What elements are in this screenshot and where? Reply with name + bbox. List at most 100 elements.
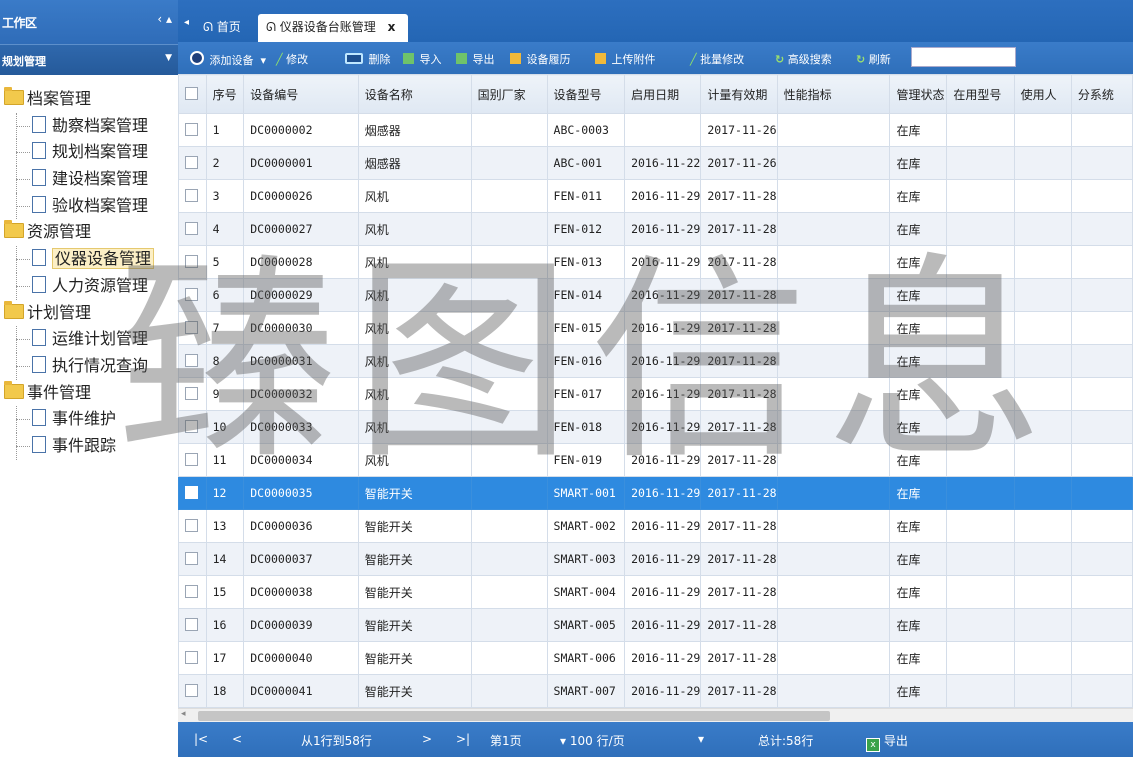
close-icon[interactable]: x <box>388 20 396 34</box>
page-size-select[interactable]: ▾ 100 行/页 <box>560 732 625 749</box>
column-header[interactable]: 序号 <box>205 74 245 114</box>
row-checkbox[interactable] <box>185 551 198 565</box>
row-checkbox-cell[interactable] <box>178 179 207 213</box>
table-row[interactable]: 15 DC0000038 智能开关 SMART-004 2016-11-29 2017-1… <box>178 575 1133 609</box>
row-checkbox[interactable] <box>185 353 198 367</box>
column-header[interactable]: 国别厂家 <box>470 74 548 114</box>
tab-equipment-ledger[interactable]: ᘏ 仪器设备台账管理 x <box>258 14 408 42</box>
last-page-button[interactable]: >| <box>456 732 470 746</box>
row-checkbox[interactable] <box>185 386 198 400</box>
row-checkbox[interactable] <box>185 155 198 169</box>
prev-page-button[interactable]: < <box>232 732 242 746</box>
tree-folder[interactable]: 计划管理 <box>0 300 178 327</box>
row-checkbox[interactable] <box>185 254 198 268</box>
column-header[interactable]: 设备编号 <box>243 74 359 114</box>
tree-folder[interactable]: 档案管理 <box>0 86 178 113</box>
export-button[interactable]: 导出 <box>456 51 495 67</box>
column-header[interactable]: 分系统 <box>1070 74 1133 114</box>
tree-item[interactable]: 规划档案管理 <box>0 139 178 167</box>
delete-button[interactable]: 删除 <box>345 51 391 67</box>
table-row[interactable]: 5 DC0000028 风机 FEN-013 2016-11-29 2017-11-28 在… <box>178 245 1133 279</box>
row-checkbox[interactable] <box>185 122 198 136</box>
row-checkbox-cell[interactable] <box>178 212 207 246</box>
column-header[interactable]: 性能指标 <box>776 74 891 114</box>
tab-home[interactable]: ᘏ 首页 <box>195 14 253 42</box>
row-checkbox-cell[interactable] <box>178 641 207 675</box>
row-checkbox[interactable] <box>185 320 198 334</box>
row-checkbox[interactable] <box>185 518 198 532</box>
tree-folder[interactable]: 资源管理 <box>0 219 178 246</box>
column-header[interactable]: 设备型号 <box>546 74 626 114</box>
horizontal-scrollbar[interactable]: ◂ <box>178 708 1133 723</box>
table-row[interactable]: 11 DC0000034 风机 FEN-019 2016-11-29 2017-11-28… <box>178 443 1133 477</box>
row-checkbox[interactable] <box>185 650 198 664</box>
table-row[interactable]: 10 DC0000033 风机 FEN-018 2016-11-29 2017-11-28… <box>178 410 1133 444</box>
upload-attachment-button[interactable]: 上传附件 <box>595 51 656 67</box>
row-checkbox-cell[interactable] <box>178 476 207 510</box>
tab-scroll-left-icon[interactable]: ◂ <box>184 17 189 28</box>
tree-item[interactable]: 运维计划管理 <box>0 326 178 353</box>
table-row[interactable]: 17 DC0000040 智能开关 SMART-006 2016-11-29 2017-1… <box>178 641 1133 675</box>
row-checkbox[interactable] <box>185 683 198 697</box>
row-checkbox-cell[interactable] <box>178 146 207 180</box>
row-checkbox[interactable] <box>185 221 198 235</box>
row-checkbox-cell[interactable] <box>178 344 207 378</box>
next-page-button[interactable]: > <box>422 732 432 746</box>
tree-item[interactable]: 仪器设备管理 <box>0 246 178 273</box>
column-header[interactable]: 启用日期 <box>624 74 702 114</box>
row-checkbox-cell[interactable] <box>178 575 207 609</box>
add-device-button[interactable]: 添加设备 ▾ <box>190 51 266 68</box>
device-history-button[interactable]: 设备履历 <box>510 51 571 67</box>
row-checkbox-cell[interactable] <box>178 542 207 576</box>
table-row[interactable]: 18 DC0000041 智能开关 SMART-007 2016-11-29 2017-1… <box>178 674 1133 708</box>
tree-item[interactable]: 勘察档案管理 <box>0 112 178 140</box>
first-page-button[interactable]: |< <box>194 732 208 746</box>
row-checkbox[interactable] <box>185 188 198 202</box>
row-checkbox-cell[interactable] <box>178 278 207 312</box>
row-checkbox-cell[interactable] <box>178 674 207 708</box>
search-input[interactable] <box>911 47 1016 67</box>
advanced-search-button[interactable]: ↻ 高级搜索 <box>775 51 832 67</box>
row-checkbox-cell[interactable] <box>178 311 207 345</box>
row-checkbox-cell[interactable] <box>178 377 207 411</box>
row-checkbox-cell[interactable] <box>178 509 207 543</box>
tree-item[interactable]: 事件维护 <box>0 406 178 433</box>
scroll-left-icon[interactable]: ◂ <box>181 709 186 719</box>
table-row[interactable]: 7 DC0000030 风机 FEN-015 2016-11-29 2017-11-28 在… <box>178 311 1133 345</box>
row-checkbox[interactable] <box>185 452 198 466</box>
column-header[interactable]: 在用型号 <box>946 74 1015 114</box>
tree-folder[interactable]: 事件管理 <box>0 380 178 407</box>
import-button[interactable]: 导入 <box>403 51 442 67</box>
select-all-checkbox-cell[interactable] <box>178 74 207 114</box>
refresh-button[interactable]: ↻ 刷新 <box>856 51 891 67</box>
edit-button[interactable]: ╱ 修改 <box>276 51 308 67</box>
table-row[interactable]: 1 DC0000002 烟感器 ABC-0003 2017-11-26 在库 <box>178 113 1133 147</box>
row-checkbox-cell[interactable] <box>178 245 207 279</box>
table-row[interactable]: 6 DC0000029 风机 FEN-014 2016-11-29 2017-11-28 在… <box>178 278 1133 312</box>
column-header[interactable]: 设备名称 <box>357 74 472 114</box>
row-checkbox[interactable] <box>185 419 198 433</box>
table-row[interactable]: 16 DC0000039 智能开关 SMART-005 2016-11-29 2017-1… <box>178 608 1133 642</box>
tree-item[interactable]: 验收档案管理 <box>0 192 178 220</box>
row-checkbox-cell[interactable] <box>178 113 207 147</box>
table-row[interactable]: 13 DC0000036 智能开关 SMART-002 2016-11-29 2017-1… <box>178 509 1133 543</box>
table-row[interactable]: 14 DC0000037 智能开关 SMART-003 2016-11-29 2017-1… <box>178 542 1133 576</box>
tree-item[interactable]: 人力资源管理 <box>0 272 178 300</box>
select-all-checkbox[interactable] <box>185 86 198 100</box>
module-selector[interactable]: 规划管理 ▼ <box>0 44 178 75</box>
scrollbar-thumb[interactable] <box>198 711 830 721</box>
batch-edit-button[interactable]: ╱ 批量修改 <box>690 51 744 67</box>
collapse-panel-icon[interactable]: ‹ ▴ <box>157 12 172 26</box>
table-row[interactable]: 9 DC0000032 风机 FEN-017 2016-11-29 2017-11-28 在… <box>178 377 1133 411</box>
column-header[interactable]: 使用人 <box>1013 74 1072 114</box>
chevron-down-icon[interactable]: ▼ <box>165 53 172 63</box>
table-row[interactable]: 3 DC0000026 风机 FEN-011 2016-11-29 2017-11-28 在… <box>178 179 1133 213</box>
column-header[interactable]: 计量有效期 <box>700 74 778 114</box>
tree-item[interactable]: 执行情况查询 <box>0 352 178 380</box>
page-jump-dropdown-icon[interactable]: ▾ <box>698 732 704 746</box>
row-checkbox[interactable] <box>185 287 198 301</box>
row-checkbox-cell[interactable] <box>178 410 207 444</box>
table-row[interactable]: 12 DC0000035 智能开关 SMART-001 2016-11-29 2017-1… <box>178 476 1133 510</box>
table-row[interactable]: 2 DC0000001 烟感器 ABC-001 2016-11-22 2017-11-26… <box>178 146 1133 180</box>
table-row[interactable]: 8 DC0000031 风机 FEN-016 2016-11-29 2017-11-28 在… <box>178 344 1133 378</box>
